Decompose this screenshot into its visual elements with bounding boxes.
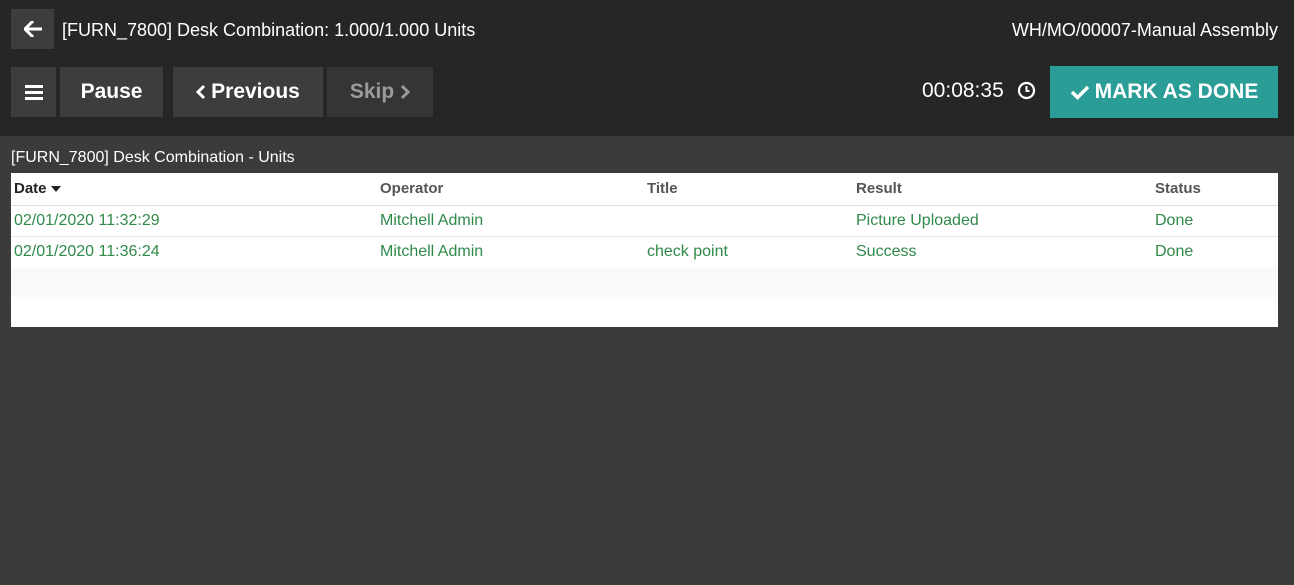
pause-button[interactable]: Pause [60,67,163,117]
cell-title: check point [647,243,728,260]
cell-date: 02/01/2020 11:32:29 [14,212,160,229]
column-header-title[interactable]: Title [647,180,678,197]
mark-as-done-button[interactable]: MARK AS DONE [1050,66,1278,118]
cell-status: Done [1155,243,1194,260]
check-icon [1070,85,1089,100]
mark-as-done-label: MARK AS DONE [1094,80,1259,103]
cell-operator: Mitchell Admin [380,212,484,229]
manufacturing-order-name: WH/MO/00007-Manual Assembly [1011,20,1278,40]
pause-label: Pause [80,80,143,103]
column-header-status[interactable]: Status [1155,180,1201,197]
table-row[interactable]: 02/01/2020 11:32:29 Mitchell Admin Pictu… [11,206,1278,237]
table-row[interactable]: 02/01/2020 11:36:24 Mitchell Admin check… [11,237,1278,267]
previous-label: Previous [211,80,300,103]
back-button[interactable] [11,9,54,49]
quality-checks-table: Date Operator Title Result Status 02/01/… [11,173,1278,327]
section-title: [FURN_7800] Desk Combination - Units [11,149,295,166]
menu-button[interactable] [11,67,56,117]
column-header-date[interactable]: Date [14,180,61,197]
clock-icon [1017,81,1036,100]
table-header: Date Operator Title Result Status [11,173,1278,206]
column-header-operator[interactable]: Operator [380,180,443,197]
workorder-title: [FURN_7800] Desk Combination: 1.000/1.00… [62,20,476,40]
cell-status: Done [1155,212,1194,229]
cell-result: Picture Uploaded [856,212,979,229]
timer: 00:08:35 [922,79,1004,102]
chevron-left-icon [196,84,206,100]
previous-button[interactable]: Previous [173,67,323,117]
top-bar: [FURN_7800] Desk Combination: 1.000/1.00… [0,0,1294,136]
column-header-date-label: Date [14,180,47,197]
cell-date: 02/01/2020 11:36:24 [14,243,160,260]
sort-caret-down-icon [50,186,61,193]
arrow-left-icon [23,21,42,37]
chevron-right-icon [401,84,411,100]
cell-operator: Mitchell Admin [380,243,484,260]
skip-label: Skip [349,80,395,103]
column-header-result[interactable]: Result [856,180,902,197]
empty-row [11,267,1278,297]
cell-result: Success [856,243,917,260]
hamburger-menu-icon [24,85,43,100]
skip-button[interactable]: Skip [327,67,433,117]
